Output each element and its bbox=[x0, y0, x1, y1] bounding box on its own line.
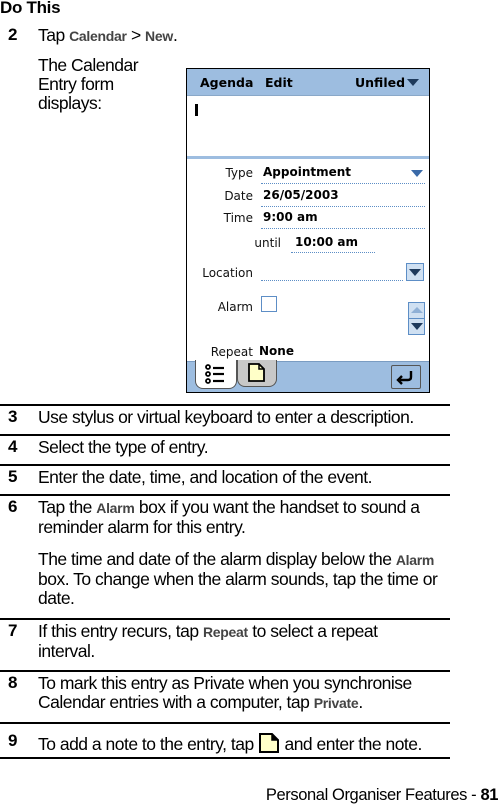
divider bbox=[0, 464, 450, 466]
time-label: Time bbox=[223, 211, 253, 225]
step-subtext: The Calendar Entry form displays: bbox=[38, 55, 139, 113]
step-text: Enter the date, time, and location of th… bbox=[38, 467, 373, 487]
ui-term-new: New bbox=[145, 28, 173, 44]
divider bbox=[0, 670, 450, 672]
step-number: 6 bbox=[8, 497, 18, 516]
details-tab[interactable] bbox=[195, 360, 237, 389]
note-tab[interactable] bbox=[237, 360, 277, 387]
divider bbox=[0, 757, 450, 759]
date-label: Date bbox=[224, 189, 253, 203]
menu-bar: Agenda Edit Unfiled bbox=[187, 69, 429, 96]
chevron-up-icon bbox=[411, 307, 423, 313]
text: > bbox=[126, 25, 146, 45]
divider bbox=[0, 618, 450, 620]
ui-term-repeat: Repeat bbox=[202, 624, 248, 640]
date-underline bbox=[261, 206, 425, 207]
step-text: Use stylus or virtual keyboard to enter … bbox=[38, 407, 414, 427]
divider bbox=[0, 404, 450, 406]
step-number: 7 bbox=[8, 621, 18, 640]
divider bbox=[0, 434, 450, 436]
step-number: 9 bbox=[8, 731, 18, 750]
category-dropdown[interactable]: Unfiled bbox=[355, 75, 405, 90]
text: . bbox=[358, 692, 363, 712]
chevron-down-icon bbox=[411, 323, 423, 330]
until-value[interactable]: 10:00 am bbox=[295, 235, 358, 249]
ui-term-calendar: Calendar bbox=[69, 28, 127, 44]
alarm-label: Alarm bbox=[217, 300, 253, 314]
text: If this entry recurs, tap bbox=[38, 621, 203, 641]
text: Tap bbox=[38, 25, 70, 45]
type-label: Type bbox=[225, 166, 253, 180]
menu-edit[interactable]: Edit bbox=[265, 75, 293, 90]
divider bbox=[0, 494, 450, 496]
ui-term-private: Private bbox=[313, 695, 359, 711]
step-subtext: The time and date of the alarm display b… bbox=[38, 550, 448, 608]
date-value[interactable]: 26/05/2003 bbox=[263, 188, 339, 202]
return-arrow-icon bbox=[396, 371, 413, 385]
page-number: 81 bbox=[480, 786, 498, 804]
step-number: 3 bbox=[8, 407, 18, 426]
note-icon bbox=[248, 363, 265, 382]
ui-term-alarm: Alarm bbox=[96, 500, 135, 516]
location-label: Location bbox=[202, 266, 253, 280]
step-text: Tap the Alarm box if you want the handse… bbox=[38, 498, 448, 537]
footer-section: Personal Organiser Features - bbox=[265, 786, 481, 804]
text-cursor bbox=[195, 104, 198, 116]
step-text: If this entry recurs, tap Repeat to sele… bbox=[38, 622, 438, 661]
location-dropdown-button[interactable] bbox=[406, 263, 424, 281]
text: The time and date of the alarm display b… bbox=[38, 549, 396, 569]
text: and enter the note. bbox=[280, 734, 422, 754]
scroll-down-button[interactable] bbox=[408, 318, 425, 335]
chevron-down-icon[interactable] bbox=[407, 79, 419, 86]
step-number: 8 bbox=[8, 673, 18, 692]
location-field[interactable] bbox=[261, 280, 403, 281]
ui-term-alarm: Alarm bbox=[395, 552, 434, 568]
section-header: Do This bbox=[0, 0, 61, 17]
type-dropdown-icon[interactable] bbox=[411, 170, 423, 177]
time-underline bbox=[261, 228, 425, 229]
note-icon bbox=[259, 733, 280, 753]
repeat-value[interactable]: None bbox=[259, 344, 294, 358]
alarm-checkbox[interactable] bbox=[261, 296, 277, 312]
text: box. To change when the alarm sounds, ta… bbox=[38, 569, 438, 608]
step-text: Select the type of entry. bbox=[38, 437, 209, 457]
step-text: Tap Calendar > New. bbox=[38, 25, 178, 46]
text: To add a note to the entry, tap bbox=[38, 734, 259, 754]
menu-agenda[interactable]: Agenda bbox=[200, 75, 253, 90]
type-value[interactable]: Appointment bbox=[263, 165, 351, 179]
divider bbox=[0, 722, 450, 724]
step-number: 2 bbox=[8, 25, 18, 44]
step-number: 5 bbox=[8, 467, 18, 486]
back-button[interactable] bbox=[391, 365, 421, 389]
step-text: To mark this entry as Private when you s… bbox=[38, 674, 448, 713]
until-underline bbox=[291, 252, 375, 253]
page-footer: Personal Organiser Features - 81 bbox=[266, 786, 498, 805]
until-label: until bbox=[254, 236, 281, 250]
tab-bar bbox=[187, 360, 429, 392]
scroll-up-button[interactable] bbox=[408, 302, 425, 318]
repeat-label: Repeat bbox=[210, 345, 253, 359]
step-number: 4 bbox=[8, 437, 18, 456]
text: Tap the bbox=[38, 497, 97, 517]
calendar-entry-screenshot: Agenda Edit Unfiled Type Appointment Dat… bbox=[186, 68, 430, 393]
list-icon bbox=[205, 364, 224, 384]
time-value[interactable]: 9:00 am bbox=[263, 210, 318, 224]
chevron-down-icon bbox=[409, 269, 421, 276]
text: . bbox=[172, 25, 178, 45]
step-text: To add a note to the entry, tap and ente… bbox=[38, 732, 458, 754]
divider bbox=[187, 156, 429, 159]
type-underline bbox=[261, 183, 425, 184]
